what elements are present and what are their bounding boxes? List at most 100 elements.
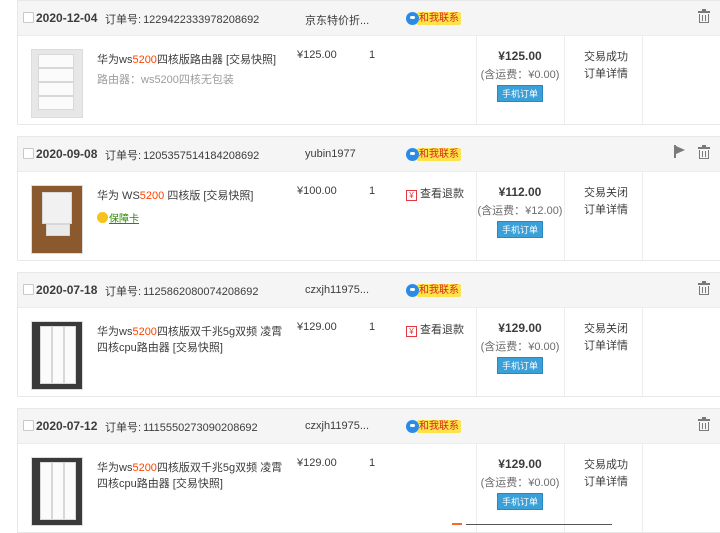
product-thumbnail[interactable] [31,457,83,526]
total-amount: ¥129.00 [498,321,542,335]
shipping-fee: (含运费：¥12.00) [477,205,563,217]
order-number-value: 1205357514184208692 [143,150,260,162]
mobile-order-badge: 手机订单 [496,493,543,510]
order-checkbox[interactable] [23,284,34,295]
contact-seller-label: 和我联系 [417,420,461,434]
order-total: ¥129.00 (含运费：¥0.00) 手机订单 [477,457,563,510]
contact-seller-button[interactable]: 和我联系 [406,147,461,162]
total-amount: ¥125.00 [498,49,542,63]
order-status: 交易关闭 订单详情 [584,185,628,219]
status-text-link[interactable]: 交易成功 [584,457,628,474]
bottom-popup-edge [452,522,612,526]
order-card: 2020-12-04 订单号: 1229422333978208692 京东特价折… [17,0,720,125]
order-total: ¥129.00 (含运费：¥0.00) 手机订单 [477,321,563,374]
order-date: 2020-07-12 [36,419,98,433]
order-checkbox[interactable] [23,420,34,431]
order-card: 2020-07-18 订单号: 1125862080074208692 czxjh… [17,272,720,397]
order-detail-link[interactable]: 订单详情 [584,66,628,83]
contact-seller-label: 和我联系 [417,12,461,26]
order-body: 华为ws5200四核版双千兆5g双频 凌霄四核cpu路由器 [交易快照] ¥12… [18,308,720,396]
order-header: 2020-09-08 订单号: 1205357514184208692 yubin… [18,137,720,172]
order-number-value: 1115550273090208692 [143,422,258,434]
shop-name-link[interactable]: czxjh11975... [305,284,369,296]
product-thumbnail[interactable] [31,49,83,118]
order-body: 华为ws5200四核版路由器 [交易快照] 路由器：ws5200四核无包装 ¥1… [18,36,720,124]
quantity: 1 [369,49,376,61]
product-title-link[interactable]: 华为ws5200四核版双千兆5g双频 凌霄四核cpu路由器 [交易快照] [97,460,287,492]
order-number-label: 订单号: [105,422,142,434]
trash-icon[interactable] [698,9,710,23]
unit-price: ¥129.00 [297,457,337,469]
order-status: 交易成功 订单详情 [584,457,628,491]
contact-seller-button[interactable]: 和我联系 [406,419,461,434]
status-text-link[interactable]: 交易成功 [584,49,628,66]
mobile-order-badge: 手机订单 [496,85,543,102]
order-number-value: 1229422333978208692 [143,14,260,26]
view-refund-link[interactable]: ¥ 查看退款 [406,185,464,201]
quantity: 1 [369,321,376,333]
order-status: 交易关闭 订单详情 [584,321,628,355]
unit-price: ¥100.00 [297,185,337,197]
contact-seller-button[interactable]: 和我联系 [406,283,461,298]
shop-name-link[interactable]: 京东特价折... [305,12,369,28]
refund-icon: ¥ [406,190,417,201]
order-total: ¥112.00 (含运费：¥12.00) 手机订单 [477,185,563,238]
refund-icon: ¥ [406,326,417,337]
product-title-link[interactable]: 华为 WS5200 四核版 [交易快照] [97,188,287,204]
order-checkbox[interactable] [23,12,34,23]
order-body: 华为 WS5200 四核版 [交易快照] 保障卡 ¥100.00 1 ¥ 查看退款… [18,172,720,260]
product-title-link[interactable]: 华为ws5200四核版双千兆5g双频 凌霄四核cpu路由器 [交易快照] [97,324,287,356]
unit-price: ¥125.00 [297,49,337,61]
warranty-icon [97,212,108,223]
shipping-fee: (含运费：¥0.00) [480,69,560,81]
product-title-link[interactable]: 华为ws5200四核版路由器 [交易快照] [97,52,287,68]
order-total: ¥125.00 (含运费：¥0.00) 手机订单 [477,49,563,102]
unit-price: ¥129.00 [297,321,337,333]
product-thumbnail[interactable] [31,185,83,254]
flag-icon[interactable] [674,145,686,159]
total-amount: ¥112.00 [498,185,542,199]
mobile-order-badge: 手机订单 [496,221,543,238]
quantity: 1 [369,185,376,197]
trash-icon[interactable] [698,145,710,159]
mobile-order-badge: 手机订单 [496,357,543,374]
order-number-label: 订单号: [105,150,142,162]
shop-name-link[interactable]: yubin1977 [305,148,356,160]
status-text-link[interactable]: 交易关闭 [584,185,628,202]
shop-name-link[interactable]: czxjh11975... [305,420,369,432]
status-text-link[interactable]: 交易关闭 [584,321,628,338]
order-body: 华为ws5200四核版双千兆5g双频 凌霄四核cpu路由器 [交易快照] ¥12… [18,444,720,532]
quantity: 1 [369,457,376,469]
order-number: 订单号: 1125862080074208692 [105,283,258,299]
contact-seller-label: 和我联系 [417,148,461,162]
order-detail-link[interactable]: 订单详情 [584,338,628,355]
warranty-badge[interactable]: 保障卡 [97,210,139,225]
trash-icon[interactable] [698,417,710,431]
order-number: 订单号: 1229422333978208692 [105,11,259,27]
order-date: 2020-09-08 [36,147,98,161]
order-checkbox[interactable] [23,148,34,159]
order-date: 2020-07-18 [36,283,98,297]
order-card: 2020-07-12 订单号: 1115550273090208692 czxjh… [17,408,720,533]
order-header: 2020-12-04 订单号: 1229422333978208692 京东特价折… [18,1,720,36]
order-number-label: 订单号: [105,14,142,26]
view-refund-link[interactable]: ¥ 查看退款 [406,321,464,337]
contact-seller-label: 和我联系 [417,284,461,298]
order-number: 订单号: 1115550273090208692 [105,419,258,435]
product-thumbnail[interactable] [31,321,83,390]
order-number: 订单号: 1205357514184208692 [105,147,259,163]
order-header: 2020-07-18 订单号: 1125862080074208692 czxjh… [18,273,720,308]
shipping-fee: (含运费：¥0.00) [480,477,560,489]
order-header: 2020-07-12 订单号: 1115550273090208692 czxjh… [18,409,720,444]
trash-icon[interactable] [698,281,710,295]
contact-seller-button[interactable]: 和我联系 [406,11,461,26]
order-detail-link[interactable]: 订单详情 [584,202,628,219]
shipping-fee: (含运费：¥0.00) [480,341,560,353]
total-amount: ¥129.00 [498,457,542,471]
order-number-value: 1125862080074208692 [143,286,259,298]
order-date: 2020-12-04 [36,11,98,25]
order-number-label: 订单号: [105,286,142,298]
order-status: 交易成功 订单详情 [584,49,628,83]
product-spec: 路由器：ws5200四核无包装 [97,74,234,86]
order-detail-link[interactable]: 订单详情 [584,474,628,491]
